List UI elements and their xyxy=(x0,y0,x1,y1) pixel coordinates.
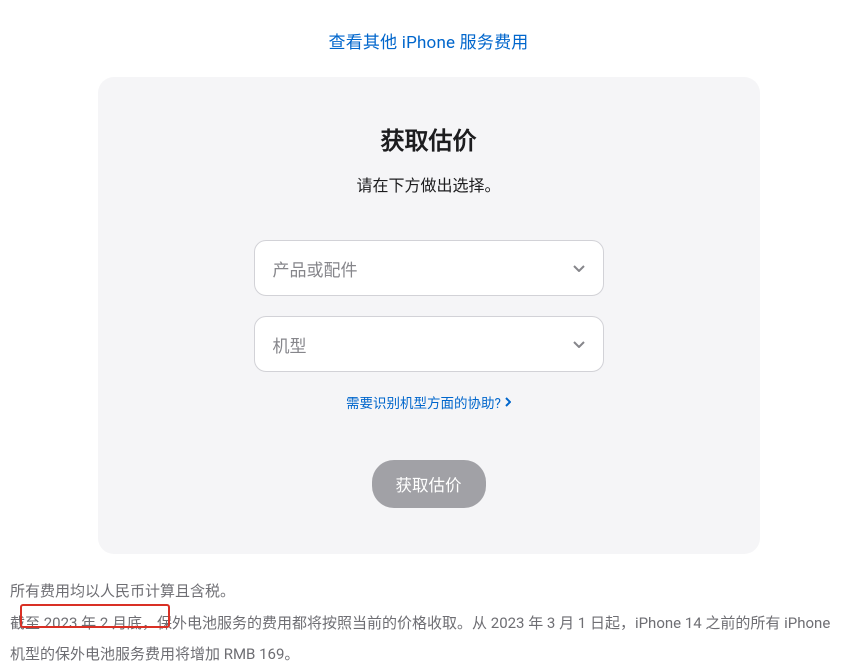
footer-text: 所有费用均以人民币计算且含税。 截至 2023 年 2 月底，保外电池服务的费用… xyxy=(0,554,857,671)
get-estimate-button[interactable]: 获取估价 xyxy=(372,460,486,508)
product-select-placeholder: 产品或配件 xyxy=(273,256,573,281)
view-other-fees-link[interactable]: 查看其他 iPhone 服务费用 xyxy=(329,33,529,53)
top-link-container: 查看其他 iPhone 服务费用 xyxy=(0,0,857,77)
chevron-down-icon xyxy=(573,338,585,350)
help-link-label: 需要识别机型方面的协助? xyxy=(346,392,501,412)
model-select-placeholder: 机型 xyxy=(273,332,573,357)
product-select-wrapper: 产品或配件 xyxy=(254,240,604,296)
card-title: 获取估价 xyxy=(138,121,720,156)
help-link-container: 需要识别机型方面的协助? xyxy=(138,392,720,412)
chevron-right-icon xyxy=(505,397,511,407)
model-select-wrapper: 机型 xyxy=(254,316,604,372)
footer-line-1: 所有费用均以人民币计算且含税。 xyxy=(10,576,847,608)
chevron-down-icon xyxy=(573,262,585,274)
model-select[interactable]: 机型 xyxy=(254,316,604,372)
card-subtitle: 请在下方做出选择。 xyxy=(138,172,720,196)
product-select[interactable]: 产品或配件 xyxy=(254,240,604,296)
estimate-card: 获取估价 请在下方做出选择。 产品或配件 机型 需要识别机型方面的协助? xyxy=(98,77,760,554)
footer-line-2: 截至 2023 年 2 月底，保外电池服务的费用都将按照当前的价格收取。从 20… xyxy=(10,608,847,671)
identify-model-help-link[interactable]: 需要识别机型方面的协助? xyxy=(346,392,511,412)
